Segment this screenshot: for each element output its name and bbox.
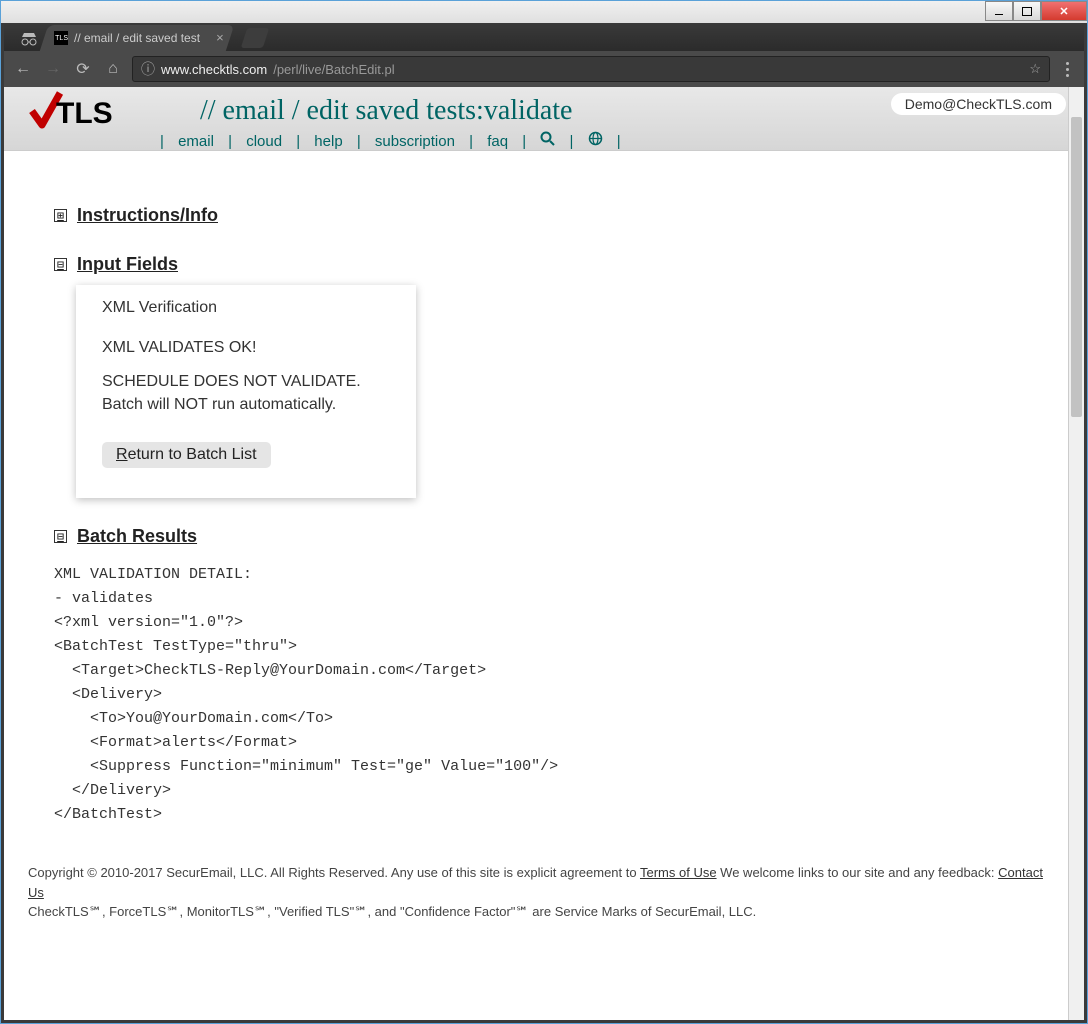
page-header: TLS // email / edit saved tests:validate… xyxy=(4,87,1084,151)
xml-verification-label: XML Verification xyxy=(102,299,390,317)
schedule-not-validate: SCHEDULE DOES NOT VALIDATE. xyxy=(102,373,361,390)
nav-email[interactable]: email xyxy=(178,133,214,150)
url-host: www.checktls.com xyxy=(161,62,267,77)
browser-toolbar: ← → ⟳ ⌂ ⓘ www.checktls.com/perl/live/Bat… xyxy=(4,51,1084,87)
titlebar xyxy=(1,1,1087,23)
return-to-batch-list-button[interactable]: Return to Batch List xyxy=(102,442,271,468)
search-icon[interactable] xyxy=(540,133,555,150)
favicon: TLS xyxy=(54,31,68,45)
window-maximize-button[interactable] xyxy=(1013,1,1041,21)
address-bar[interactable]: ⓘ www.checktls.com/perl/live/BatchEdit.p… xyxy=(132,56,1050,82)
xml-validates-ok: XML VALIDATES OK! xyxy=(102,337,390,359)
collapse-icon[interactable]: ⊟ xyxy=(54,258,67,271)
site-info-icon[interactable]: ⓘ xyxy=(141,59,155,79)
collapse-icon[interactable]: ⊟ xyxy=(54,530,67,543)
nav-help[interactable]: help xyxy=(314,133,342,150)
bookmark-star-icon[interactable]: ☆ xyxy=(1029,61,1041,77)
incognito-icon xyxy=(14,27,44,51)
window-frame: TLS // email / edit saved test × ← → ⟳ ⌂… xyxy=(0,0,1088,1024)
url-path: /perl/live/BatchEdit.pl xyxy=(273,62,394,77)
home-button[interactable]: ⌂ xyxy=(102,58,124,80)
window-close-button[interactable] xyxy=(1041,1,1087,21)
svg-text:TLS: TLS xyxy=(56,97,113,130)
user-badge[interactable]: Demo@CheckTLS.com xyxy=(891,93,1066,115)
terms-of-use-link[interactable]: Terms of Use xyxy=(640,865,717,880)
section-input-fields-label: Input Fields xyxy=(77,254,178,275)
batch-not-run: Batch will NOT run automatically. xyxy=(102,396,336,413)
reload-button[interactable]: ⟳ xyxy=(72,58,94,80)
batch-results-output: XML VALIDATION DETAIL: - validates <?xml… xyxy=(54,563,1034,827)
footer-copyright: Copyright © 2010-2017 SecurEmail, LLC. A… xyxy=(28,865,640,880)
scrollbar-thumb[interactable] xyxy=(1071,117,1082,417)
page-viewport: TLS // email / edit saved tests:validate… xyxy=(4,87,1084,1020)
back-button[interactable]: ← xyxy=(12,58,34,80)
nav-cloud[interactable]: cloud xyxy=(246,133,282,150)
main-nav: | email | cloud | help | subscription | … xyxy=(150,131,1068,150)
browser-menu-button[interactable] xyxy=(1058,62,1076,77)
nav-faq[interactable]: faq xyxy=(487,133,508,150)
browser-tabstrip: TLS // email / edit saved test × xyxy=(4,23,1084,51)
vertical-scrollbar[interactable] xyxy=(1068,87,1084,1020)
section-input-fields[interactable]: ⊟ Input Fields xyxy=(54,254,1034,275)
globe-icon[interactable] xyxy=(588,133,603,150)
window-minimize-button[interactable] xyxy=(985,1,1013,21)
section-batch-results-label: Batch Results xyxy=(77,526,197,547)
nav-subscription[interactable]: subscription xyxy=(375,133,455,150)
forward-button[interactable]: → xyxy=(42,58,64,80)
tab-close-icon[interactable]: × xyxy=(217,30,225,45)
page-footer: Copyright © 2010-2017 SecurEmail, LLC. A… xyxy=(4,853,1084,952)
browser-tab[interactable]: TLS // email / edit saved test × xyxy=(40,25,235,51)
footer-servicemarks: CheckTLS℠, ForceTLS℠, MonitorTLS℠, "Veri… xyxy=(28,904,756,919)
expand-icon[interactable]: ⊞ xyxy=(54,209,67,222)
section-instructions[interactable]: ⊞ Instructions/Info xyxy=(54,205,1034,226)
section-instructions-label: Instructions/Info xyxy=(77,205,218,226)
input-fields-card: XML Verification XML VALIDATES OK! SCHED… xyxy=(76,285,416,498)
checktls-logo[interactable]: TLS xyxy=(26,91,126,138)
section-batch-results[interactable]: ⊟ Batch Results xyxy=(54,526,1034,547)
tab-title: // email / edit saved test xyxy=(74,31,200,45)
footer-welcome: We welcome links to our site and any fee… xyxy=(717,865,999,880)
new-tab-button[interactable] xyxy=(241,28,269,48)
